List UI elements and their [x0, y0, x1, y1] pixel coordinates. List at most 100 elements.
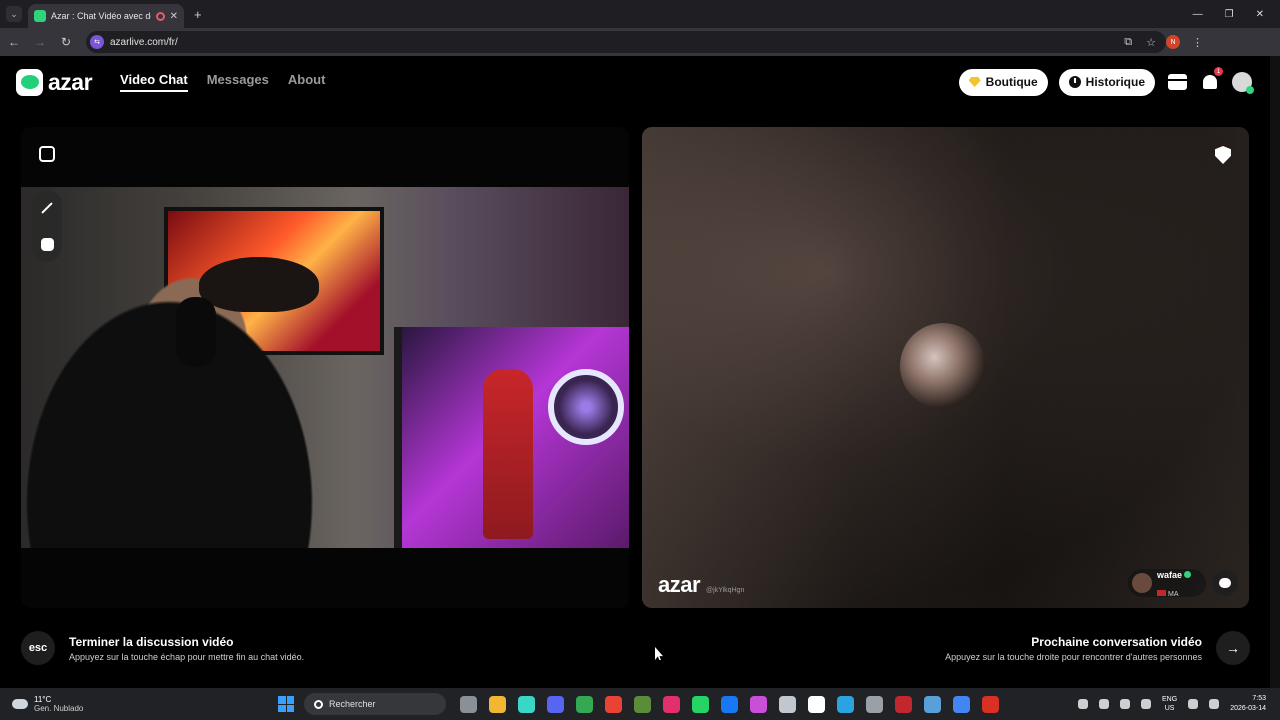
language-indicator[interactable]: ENG US [1162, 695, 1177, 713]
browser-tab[interactable]: Azar : Chat Vidéo avec de ✕ [28, 4, 184, 28]
taskbar-app-icon[interactable] [721, 695, 738, 713]
esc-key-button[interactable]: esc [21, 631, 55, 665]
url-text: azarlive.com/fr/ [110, 36, 178, 48]
taskbar-app-icon[interactable] [779, 695, 796, 713]
windows-start-icon[interactable] [278, 696, 294, 712]
next-chat-action[interactable]: Prochaine conversation vidéo Appuyez sur… [945, 631, 1250, 665]
main-nav: Video Chat Messages About [120, 72, 325, 92]
my-camera-feed [21, 187, 629, 548]
nav-video-chat[interactable]: Video Chat [120, 72, 188, 92]
azar-favicon-icon [34, 10, 46, 22]
address-bar[interactable]: ⇆ azarlive.com/fr/ ⧉ ☆ [86, 31, 1166, 53]
taskbar-app-icon[interactable] [576, 695, 593, 713]
new-tab-button[interactable]: + [194, 7, 202, 22]
minimize-button[interactable]: — [1193, 9, 1203, 20]
end-chat-subtitle: Appuyez sur la touche échap pour mettre … [69, 651, 305, 662]
taskbar-app-icon[interactable] [634, 695, 651, 713]
recording-icon [155, 11, 165, 21]
expand-icon[interactable] [39, 146, 55, 162]
azar-logo[interactable]: azar [16, 68, 93, 96]
clock-date: 2026-03-14 [1230, 705, 1266, 712]
tab-title: Azar : Chat Vidéo avec de [51, 11, 151, 21]
inbox-button[interactable] [1166, 71, 1188, 93]
taskbar-app-icon[interactable] [982, 695, 999, 713]
end-chat-title: Terminer la discussion vidéo [69, 634, 234, 649]
site-header: azar Video Chat Messages About Boutique … [0, 56, 1270, 108]
peer-name: wafae [1157, 570, 1183, 580]
pinned-apps [460, 695, 999, 713]
weather-condition: Gen. Nublado [34, 704, 84, 713]
taskbar-app-icon[interactable] [866, 695, 883, 713]
chat-bubble-button[interactable] [1212, 570, 1238, 596]
bell-icon [1203, 75, 1217, 89]
next-chat-subtitle: Appuyez sur la touche droite pour rencon… [945, 651, 1202, 662]
next-arrow-button[interactable]: → [1216, 631, 1250, 665]
reload-icon[interactable]: ↻ [54, 35, 78, 49]
network-icon[interactable] [1188, 699, 1199, 709]
face-filter-icon[interactable] [40, 237, 54, 251]
peer-profile-chip[interactable]: wafae MA [1128, 569, 1206, 598]
bookmark-star-icon[interactable]: ☆ [1146, 36, 1156, 49]
back-arrow-icon[interactable]: ← [2, 35, 26, 49]
profile-avatar[interactable]: N [1166, 35, 1180, 49]
nav-about[interactable]: About [288, 72, 326, 92]
taskbar-clock[interactable]: 7:53 2026-03-14 [1230, 694, 1266, 714]
next-chat-title: Prochaine conversation vidéo [1031, 634, 1202, 649]
window-controls: — ❐ ✕ [1193, 9, 1280, 20]
nav-messages[interactable]: Messages [207, 72, 269, 92]
boutique-button[interactable]: Boutique [958, 68, 1048, 96]
taskbar-app-icon[interactable] [518, 695, 535, 713]
weather-widget[interactable]: 11°C Gen. Nublado [12, 695, 152, 713]
tab-search-button[interactable]: ⌄ [6, 6, 22, 22]
taskbar-app-icon[interactable] [605, 695, 622, 713]
taskbar-app-icon[interactable] [895, 695, 912, 713]
volume-icon[interactable] [1209, 699, 1220, 709]
notification-badge: 1 [1214, 67, 1223, 76]
taskbar-search[interactable]: Rechercher [304, 693, 446, 715]
taskbar-app-icon[interactable] [663, 695, 680, 713]
end-chat-action[interactable]: esc Terminer la discussion vidéo Appuyez… [21, 631, 304, 665]
taskbar-app-icon[interactable] [953, 695, 970, 713]
browser-tab-bar: ⌄ Azar : Chat Vidéo avec de ✕ + — ❐ ✕ [0, 0, 1280, 28]
microphone-icon[interactable] [1141, 699, 1152, 709]
peer-avatar [1132, 573, 1152, 593]
tray-chevron-icon[interactable] [1078, 699, 1089, 709]
nvidia-icon[interactable] [1120, 699, 1131, 709]
historique-button[interactable]: Historique [1058, 68, 1155, 96]
tab-close-button[interactable]: ✕ [170, 11, 178, 22]
magic-wand-icon[interactable] [40, 201, 54, 215]
rgb-fan [548, 369, 624, 445]
inbox-icon [1167, 74, 1187, 90]
browser-toolbar: ← → ↻ ⇆ azarlive.com/fr/ ⧉ ☆ N ⋮ [0, 28, 1280, 56]
boutique-label: Boutique [985, 75, 1038, 89]
clock-time: 7:53 [1252, 695, 1266, 702]
forward-arrow-icon[interactable]: → [28, 35, 52, 49]
taskbar-app-icon[interactable] [808, 695, 825, 713]
my-video-pane [21, 127, 629, 608]
lang-bottom: US [1164, 705, 1175, 712]
azar-logo-icon [16, 68, 43, 96]
page-scrollbar[interactable] [1270, 56, 1280, 688]
onedrive-icon[interactable] [1099, 699, 1110, 709]
taskbar-app-icon[interactable] [460, 695, 477, 713]
taskbar-app-icon[interactable] [547, 695, 564, 713]
search-placeholder: Rechercher [329, 699, 376, 709]
headset [176, 297, 216, 367]
taskbar-app-icon[interactable] [750, 695, 767, 713]
install-app-icon[interactable]: ⧉ [1124, 36, 1132, 49]
taskbar-app-icon[interactable] [489, 695, 506, 713]
windows-taskbar: 11°C Gen. Nublado Rechercher ENG US 7:53… [0, 688, 1280, 720]
user-avatar-icon[interactable] [1232, 72, 1254, 94]
taskbar-app-icon[interactable] [837, 695, 854, 713]
chat-bubble-icon [1219, 578, 1231, 588]
close-window-button[interactable]: ✕ [1256, 9, 1264, 20]
watermark-logo: azar [658, 572, 701, 597]
site-info-icon[interactable]: ⇆ [90, 35, 104, 49]
taskbar-app-icon[interactable] [692, 695, 709, 713]
lang-top: ENG [1162, 696, 1178, 703]
maximize-button[interactable]: ❐ [1225, 9, 1234, 20]
video-tools [32, 190, 62, 262]
taskbar-app-icon[interactable] [924, 695, 941, 713]
notifications-button[interactable]: 1 [1199, 67, 1223, 93]
browser-menu-icon[interactable]: ⋮ [1192, 36, 1203, 49]
